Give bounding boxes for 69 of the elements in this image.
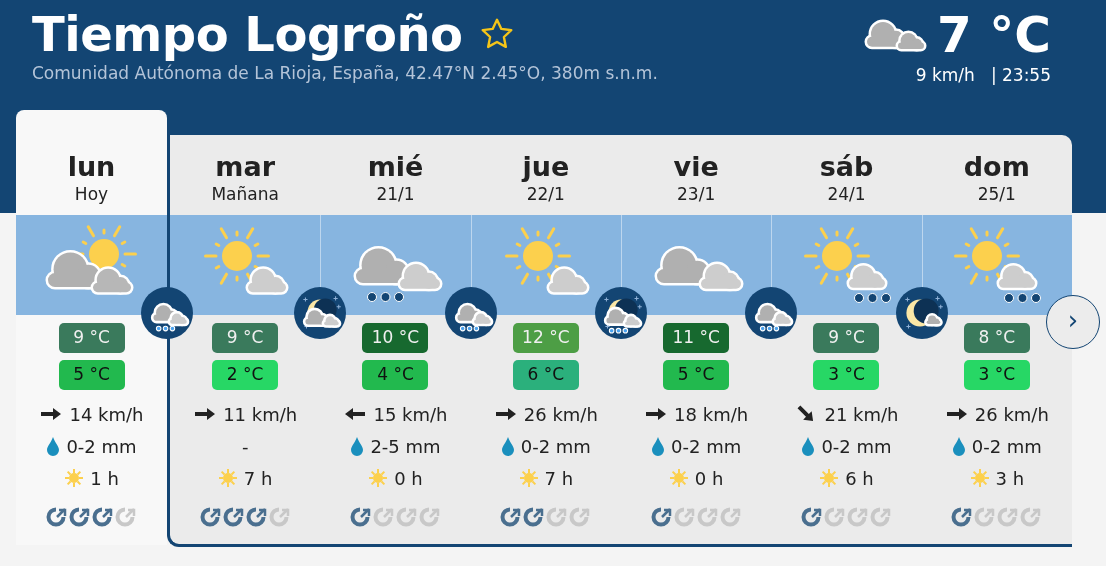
min-temperature: 6 °C	[512, 360, 579, 390]
day-date: Mañana	[211, 182, 279, 206]
precipitation: 0-2 mm	[671, 434, 742, 459]
sun-icon	[217, 468, 238, 488]
wind-speed: 26 km/h	[974, 402, 1049, 427]
max-temperature: 9 °C	[212, 323, 279, 353]
raindrop-icon	[801, 436, 816, 456]
min-temperature: 5 °C	[58, 360, 125, 390]
raindrop-icon	[350, 436, 365, 456]
sun-hours: 3 h	[995, 466, 1025, 491]
wind-speed: 18 km/h	[674, 402, 749, 427]
wind-speed: 15 km/h	[373, 402, 448, 427]
current-wind: 9 km/h	[915, 64, 975, 87]
day-name[interactable]: mié	[367, 151, 424, 182]
wind-arrow-icon	[944, 406, 969, 422]
sun-icon	[969, 468, 990, 488]
day-date: Hoy	[74, 182, 109, 206]
day-name[interactable]: vie	[673, 151, 719, 182]
wind-speed: 11 km/h	[223, 402, 298, 427]
current-temperature: 7 °C	[937, 8, 1051, 63]
day-date: 24/1	[827, 182, 866, 206]
min-temperature: 5 °C	[663, 360, 730, 390]
day-name[interactable]: sáb	[819, 151, 874, 182]
day-name[interactable]: lun	[67, 151, 116, 182]
sun-hours: 6 h	[845, 466, 874, 491]
precipitation: 0-2 mm	[66, 434, 137, 459]
sun-icon	[819, 468, 840, 488]
raindrop-icon	[651, 436, 666, 456]
day-date: 21/1	[376, 182, 415, 206]
sun-hours: 0 h	[394, 466, 423, 491]
max-temperature: 9 °C	[58, 323, 125, 353]
sun-hours: 7 h	[544, 466, 574, 491]
sun-hours: 1 h	[90, 466, 119, 491]
precipitation: 2-5 mm	[370, 434, 441, 459]
wind-speed: 14 km/h	[69, 402, 144, 427]
max-temperature: 8 °C	[963, 323, 1030, 353]
precipitation: -	[241, 434, 249, 459]
location-subtitle: Comunidad Autónoma de La Rioja, España, 42.47°N 2.45°O, 380m s.n.m.	[32, 62, 658, 85]
precipitation: 0-2 mm	[971, 434, 1042, 459]
raindrop-icon	[46, 436, 61, 456]
min-temperature: 2 °C	[212, 360, 279, 390]
precipitation: 0-2 mm	[821, 434, 892, 459]
sun-icon	[518, 468, 539, 488]
day-date: 25/1	[977, 182, 1016, 206]
min-temperature: 4 °C	[362, 360, 429, 390]
day-name[interactable]: dom	[963, 151, 1030, 182]
raindrop-icon	[500, 436, 515, 456]
sun-hours: 0 h	[694, 466, 724, 491]
sun-hours: 7 h	[243, 466, 273, 491]
max-temperature: 10 °C	[362, 323, 429, 353]
min-temperature: 3 °C	[813, 360, 880, 390]
day-name[interactable]: jue	[522, 151, 570, 182]
update-time: | 23:55	[990, 64, 1051, 87]
wind-speed: 21 km/h	[824, 402, 899, 427]
min-temperature: 3 °C	[963, 360, 1030, 390]
precipitation: 0-2 mm	[520, 434, 591, 459]
day-name[interactable]: mar	[215, 151, 275, 182]
max-temperature: 12 °C	[512, 323, 579, 353]
wind-arrow-icon	[493, 406, 518, 422]
day-date: 23/1	[677, 182, 716, 206]
max-temperature: 11 °C	[663, 323, 730, 353]
wind-speed: 26 km/h	[523, 402, 598, 427]
sun-icon	[368, 468, 389, 488]
sun-icon	[668, 468, 689, 488]
wind-arrow-icon	[343, 406, 368, 422]
sun-icon	[64, 468, 85, 488]
raindrop-icon	[951, 436, 966, 456]
max-temperature: 9 °C	[813, 323, 880, 353]
day-date: 22/1	[526, 182, 565, 206]
